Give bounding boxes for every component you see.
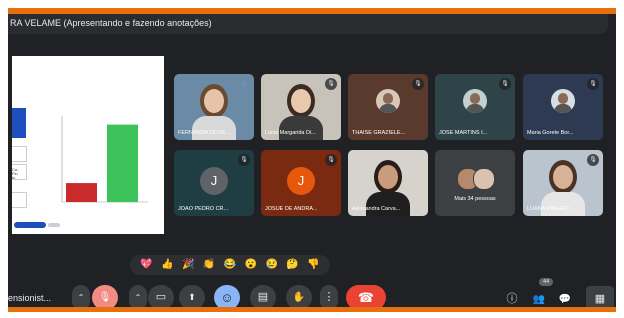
speaking-indicator-icon: ⁘ bbox=[240, 79, 248, 89]
info-icon: ⓘ bbox=[506, 293, 518, 305]
bottom-accent-bar bbox=[8, 307, 616, 312]
participant-name: Alessandra Carva... bbox=[352, 206, 401, 212]
mic-off-icon: 🎙 bbox=[238, 154, 250, 166]
more-vert-icon: ⋮ bbox=[323, 291, 335, 303]
avatar: J bbox=[287, 167, 315, 195]
meet-window: RA VELAME (Apresentando e fazendo anotaç… bbox=[8, 8, 616, 312]
participant-tile[interactable]: 🎙 JOSÉ MARTINS I... bbox=[435, 74, 515, 140]
mic-off-icon: 🎙 bbox=[325, 154, 337, 166]
tears-of-joy-reaction-button[interactable]: 😂 bbox=[224, 258, 236, 272]
party-popper-reaction-button[interactable]: 🎉 bbox=[182, 258, 194, 272]
shared-presentation[interactable]: Co- Fin In bbox=[12, 56, 164, 234]
sparkling-heart-reaction-button[interactable]: 💖 bbox=[140, 258, 152, 272]
participant-name: FERNANDA OLIVE... bbox=[178, 130, 231, 136]
slide-nav-dot bbox=[48, 223, 60, 227]
participant-tile[interactable]: 🎙 LUANA RIBEIRO ... bbox=[523, 150, 603, 216]
slide-nav-pill bbox=[14, 222, 46, 228]
participant-tile[interactable]: J 🎙 JOSUÉ DE ANDRA... bbox=[261, 150, 341, 216]
presenter-label: RA VELAME (Apresentando e fazendo anotaç… bbox=[10, 18, 212, 28]
chat-icon: 💬 bbox=[558, 294, 572, 305]
people-count-badge: 44 bbox=[539, 278, 553, 286]
present-screen-icon: ⬆ bbox=[188, 292, 196, 302]
raise-hand-icon: ✋ bbox=[292, 292, 306, 303]
participant-tile[interactable]: Mais 34 pessoas bbox=[435, 150, 515, 216]
thinking-face-reaction-button[interactable]: 🤔 bbox=[286, 258, 298, 272]
avatar bbox=[473, 168, 495, 190]
participant-name: THAISE GRAZIELE... bbox=[352, 130, 406, 136]
chart-bar bbox=[107, 124, 138, 202]
chart-bar bbox=[66, 183, 97, 202]
avatar bbox=[551, 89, 575, 113]
participant-tile[interactable]: J 🎙 JOAO PEDRO CR... bbox=[174, 150, 254, 216]
meeting-info-button[interactable]: ⓘ bbox=[503, 290, 521, 308]
mic-off-icon: 🎙 bbox=[499, 78, 511, 90]
reactions-bar: 💖 👍 🎉 👏 😂 😮 😢 🤔 👎 bbox=[130, 255, 330, 275]
chevron-up-icon: ⌃ bbox=[134, 293, 142, 302]
thumbs-down-reaction-button[interactable]: 👎 bbox=[307, 258, 319, 272]
slide-side-box bbox=[12, 192, 27, 208]
chat-button[interactable]: 💬 bbox=[556, 290, 574, 308]
participant-name: JOSUÉ DE ANDRA... bbox=[265, 206, 318, 212]
captions-icon: ▤ bbox=[257, 291, 269, 303]
slide-blue-block bbox=[12, 108, 26, 138]
participant-tile[interactable]: ⁘ FERNANDA OLIVE... bbox=[174, 74, 254, 140]
participant-name: Mais 34 pessoas bbox=[454, 196, 496, 202]
participant-tile[interactable]: 🎙 Maria Gorete Bor... bbox=[523, 74, 603, 140]
thumbs-up-reaction-button[interactable]: 👍 bbox=[161, 258, 173, 272]
avatar bbox=[376, 89, 400, 113]
presenter-strip: RA VELAME (Apresentando e fazendo anotaç… bbox=[8, 14, 608, 34]
participant-name: LUANA RIBEIRO ... bbox=[527, 206, 576, 212]
slide-side-box bbox=[12, 146, 27, 162]
mic-off-icon: 🎙 bbox=[587, 78, 599, 90]
mic-off-icon: 🎙 bbox=[412, 78, 424, 90]
participant-name: Maria Gorete Bor... bbox=[527, 130, 574, 136]
people-button[interactable]: 👥 bbox=[530, 290, 548, 308]
camera-icon: ▭ bbox=[155, 291, 167, 303]
participant-name: JOAO PEDRO CR... bbox=[178, 206, 229, 212]
participant-tile[interactable]: Alessandra Carva... bbox=[348, 150, 428, 216]
clapping-hands-reaction-button[interactable]: 👏 bbox=[203, 258, 215, 272]
avatar: J bbox=[200, 167, 228, 195]
meeting-name: ensionist... bbox=[8, 293, 52, 303]
crying-face-reaction-button[interactable]: 😢 bbox=[265, 258, 277, 272]
participant-tile[interactable]: 🎙 Lúcia Margarida Di... bbox=[261, 74, 341, 140]
phone-hangup-icon: ☎ bbox=[357, 290, 375, 305]
participant-name: Lúcia Margarida Di... bbox=[265, 130, 316, 136]
chevron-up-icon: ⌃ bbox=[77, 293, 85, 302]
surprised-face-reaction-button[interactable]: 😮 bbox=[245, 258, 257, 272]
people-icon: 👥 bbox=[532, 294, 546, 305]
mic-off-icon: 🎙 bbox=[98, 292, 112, 303]
grid-icon: ▦ bbox=[594, 293, 606, 305]
participant-name: JOSÉ MARTINS I... bbox=[439, 130, 488, 136]
mic-off-icon: 🎙 bbox=[325, 78, 337, 90]
slide-side-text: Co- Fin In bbox=[12, 167, 19, 180]
mic-off-icon: 🎙 bbox=[587, 154, 599, 166]
participant-tile[interactable]: 🎙 THAISE GRAZIELE... bbox=[348, 74, 428, 140]
slide-bar-chart bbox=[61, 116, 148, 203]
emoji-icon: ☺ bbox=[220, 290, 234, 305]
avatar bbox=[463, 89, 487, 113]
